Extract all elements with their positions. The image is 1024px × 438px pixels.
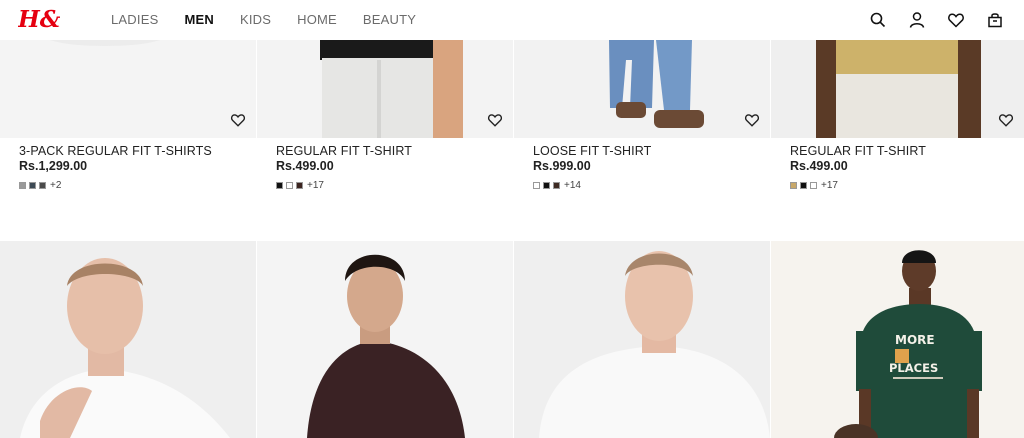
product-price: Rs.1,299.00 xyxy=(19,159,88,173)
product-price: Rs.499.00 xyxy=(790,159,848,173)
color-swatch[interactable] xyxy=(790,181,797,189)
product-card-info: LOOSE FIT T-SHIRT Rs.999.00 +14 xyxy=(533,144,773,191)
header-actions xyxy=(848,11,1004,29)
hm-logo[interactable]: H&M xyxy=(18,4,60,34)
product-image[interactable] xyxy=(257,40,513,138)
more-colors-count[interactable]: +14 xyxy=(564,180,581,191)
nav-home[interactable]: HOME xyxy=(297,12,337,27)
product-name[interactable]: REGULAR FIT T-SHIRT xyxy=(276,144,516,158)
color-swatches: +14 xyxy=(533,180,773,191)
product-name[interactable]: 3-PACK REGULAR FIT T-SHIRTS xyxy=(19,144,259,158)
nav-beauty[interactable]: BEAUTY xyxy=(363,12,416,27)
color-swatch[interactable] xyxy=(39,181,46,189)
color-swatch[interactable] xyxy=(810,181,817,189)
svg-text:PLACES: PLACES xyxy=(889,361,938,375)
color-swatch[interactable] xyxy=(553,181,560,189)
nav-men[interactable]: MEN xyxy=(184,12,214,27)
product-name[interactable]: LOOSE FIT T-SHIRT xyxy=(533,144,773,158)
color-swatch[interactable] xyxy=(286,181,293,189)
search-icon[interactable] xyxy=(869,11,887,29)
site-header: H&M LADIES MEN KIDS HOME BEAUTY xyxy=(0,0,1024,40)
nav-kids[interactable]: KIDS xyxy=(240,12,271,27)
product-card-info: REGULAR FIT T-SHIRT Rs.499.00 +17 xyxy=(276,144,516,191)
color-swatches: +17 xyxy=(790,180,1024,191)
color-swatch[interactable] xyxy=(276,181,283,189)
color-swatch[interactable] xyxy=(296,181,303,189)
product-price: Rs.499.00 xyxy=(276,159,334,173)
shopping-bag-icon[interactable] xyxy=(986,11,1004,29)
product-name[interactable]: REGULAR FIT T-SHIRT xyxy=(790,144,1024,158)
product-card-info: 3-PACK REGULAR FIT T-SHIRTS Rs.1,299.00 … xyxy=(19,144,259,191)
color-swatch[interactable] xyxy=(533,181,540,189)
product-image[interactable] xyxy=(514,40,770,138)
color-swatch[interactable] xyxy=(543,181,550,189)
color-swatches: +2 xyxy=(19,180,259,191)
more-colors-count[interactable]: +17 xyxy=(307,180,324,191)
svg-text:MORE: MORE xyxy=(895,333,935,347)
main-nav: LADIES MEN KIDS HOME BEAUTY xyxy=(111,12,442,27)
product-image[interactable] xyxy=(771,40,1024,138)
add-to-favorites-icon[interactable] xyxy=(230,112,246,128)
product-image[interactable] xyxy=(0,40,256,138)
nav-ladies[interactable]: LADIES xyxy=(111,12,158,27)
add-to-favorites-icon[interactable] xyxy=(487,112,503,128)
favorites-icon[interactable] xyxy=(947,11,965,29)
add-to-favorites-icon[interactable] xyxy=(744,112,760,128)
svg-text:H&M: H&M xyxy=(18,6,60,33)
color-swatch[interactable] xyxy=(19,181,26,189)
more-colors-count[interactable]: +17 xyxy=(821,180,838,191)
account-icon[interactable] xyxy=(908,11,926,29)
product-price: Rs.999.00 xyxy=(533,159,591,173)
color-swatch[interactable] xyxy=(29,181,36,189)
product-image[interactable] xyxy=(514,241,770,438)
product-image[interactable]: MORE PLACES xyxy=(771,241,1024,438)
product-image[interactable] xyxy=(257,241,513,438)
product-image[interactable] xyxy=(0,241,256,438)
more-colors-count[interactable]: +2 xyxy=(50,180,61,191)
product-row-1 xyxy=(0,40,1024,138)
product-card-info: REGULAR FIT T-SHIRT Rs.499.00 +17 xyxy=(790,144,1024,191)
product-row-2: MORE PLACES xyxy=(0,241,1024,438)
color-swatches: +17 xyxy=(276,180,516,191)
color-swatch[interactable] xyxy=(800,181,807,189)
add-to-favorites-icon[interactable] xyxy=(998,112,1014,128)
